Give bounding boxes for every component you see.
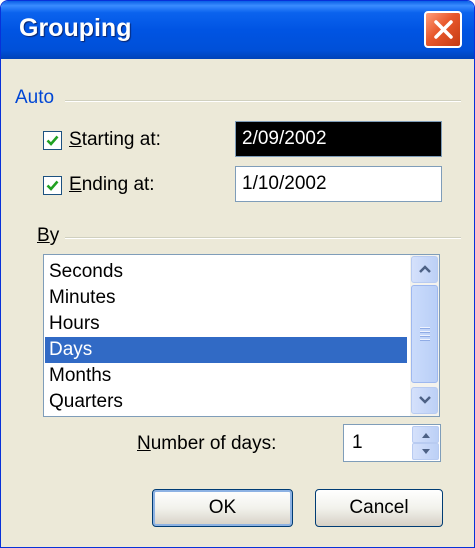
ending-at-input[interactable]: 1/10/2002 xyxy=(235,166,442,202)
auto-group-label: Auto xyxy=(15,87,55,108)
window-title: Grouping xyxy=(19,14,132,42)
checkmark-icon xyxy=(46,180,59,191)
starting-at-label: Starting at: xyxy=(69,129,161,150)
list-item-months[interactable]: Months xyxy=(45,363,407,389)
arrow-up-icon xyxy=(419,265,431,273)
ending-at-checkbox[interactable] xyxy=(43,176,62,195)
close-button[interactable] xyxy=(424,11,462,48)
thumb-grip xyxy=(420,339,430,341)
thumb-grip xyxy=(420,327,430,329)
scroll-down-button[interactable] xyxy=(411,387,438,414)
spin-up-icon xyxy=(422,433,430,438)
list-item-minutes[interactable]: Minutes xyxy=(45,285,407,311)
dialog-body: Auto Starting at: 2/09/2002 Ending at: 1… xyxy=(1,59,474,547)
by-listbox[interactable]: Seconds Minutes Hours Days Months Quarte… xyxy=(43,254,440,417)
starting-at-checkbox[interactable] xyxy=(43,131,62,150)
scroll-thumb[interactable] xyxy=(411,285,438,383)
list-item-hours[interactable]: Hours xyxy=(45,311,407,337)
spin-down-button[interactable] xyxy=(412,443,439,460)
checkmark-icon xyxy=(46,135,59,146)
by-group-divider xyxy=(65,237,461,239)
auto-group-divider xyxy=(65,100,461,102)
ok-button[interactable]: OK xyxy=(152,489,293,527)
list-item-quarters[interactable]: Quarters xyxy=(45,389,407,415)
spin-down-icon xyxy=(422,449,430,454)
list-item-seconds[interactable]: Seconds xyxy=(45,259,407,285)
thumb-grip xyxy=(420,331,430,333)
number-of-days-label: Number of days: xyxy=(137,433,277,454)
number-of-days-value[interactable]: 1 xyxy=(352,425,363,461)
by-group-label: By xyxy=(37,225,60,246)
starting-at-input[interactable]: 2/09/2002 xyxy=(235,121,442,157)
cancel-button[interactable]: Cancel xyxy=(315,489,443,527)
arrow-down-icon xyxy=(419,396,431,404)
listbox-scrollbar[interactable] xyxy=(410,255,439,416)
thumb-grip xyxy=(420,335,430,337)
ending-at-label: Ending at: xyxy=(69,174,155,195)
scroll-up-button[interactable] xyxy=(411,256,438,283)
number-of-days-spinner[interactable]: 1 xyxy=(343,424,441,462)
grouping-dialog: Grouping Auto Starting at: 2/09/2002 End… xyxy=(0,0,475,548)
list-item-days[interactable]: Days xyxy=(45,337,407,363)
spin-up-button[interactable] xyxy=(412,426,439,443)
title-bar[interactable]: Grouping xyxy=(1,1,474,59)
